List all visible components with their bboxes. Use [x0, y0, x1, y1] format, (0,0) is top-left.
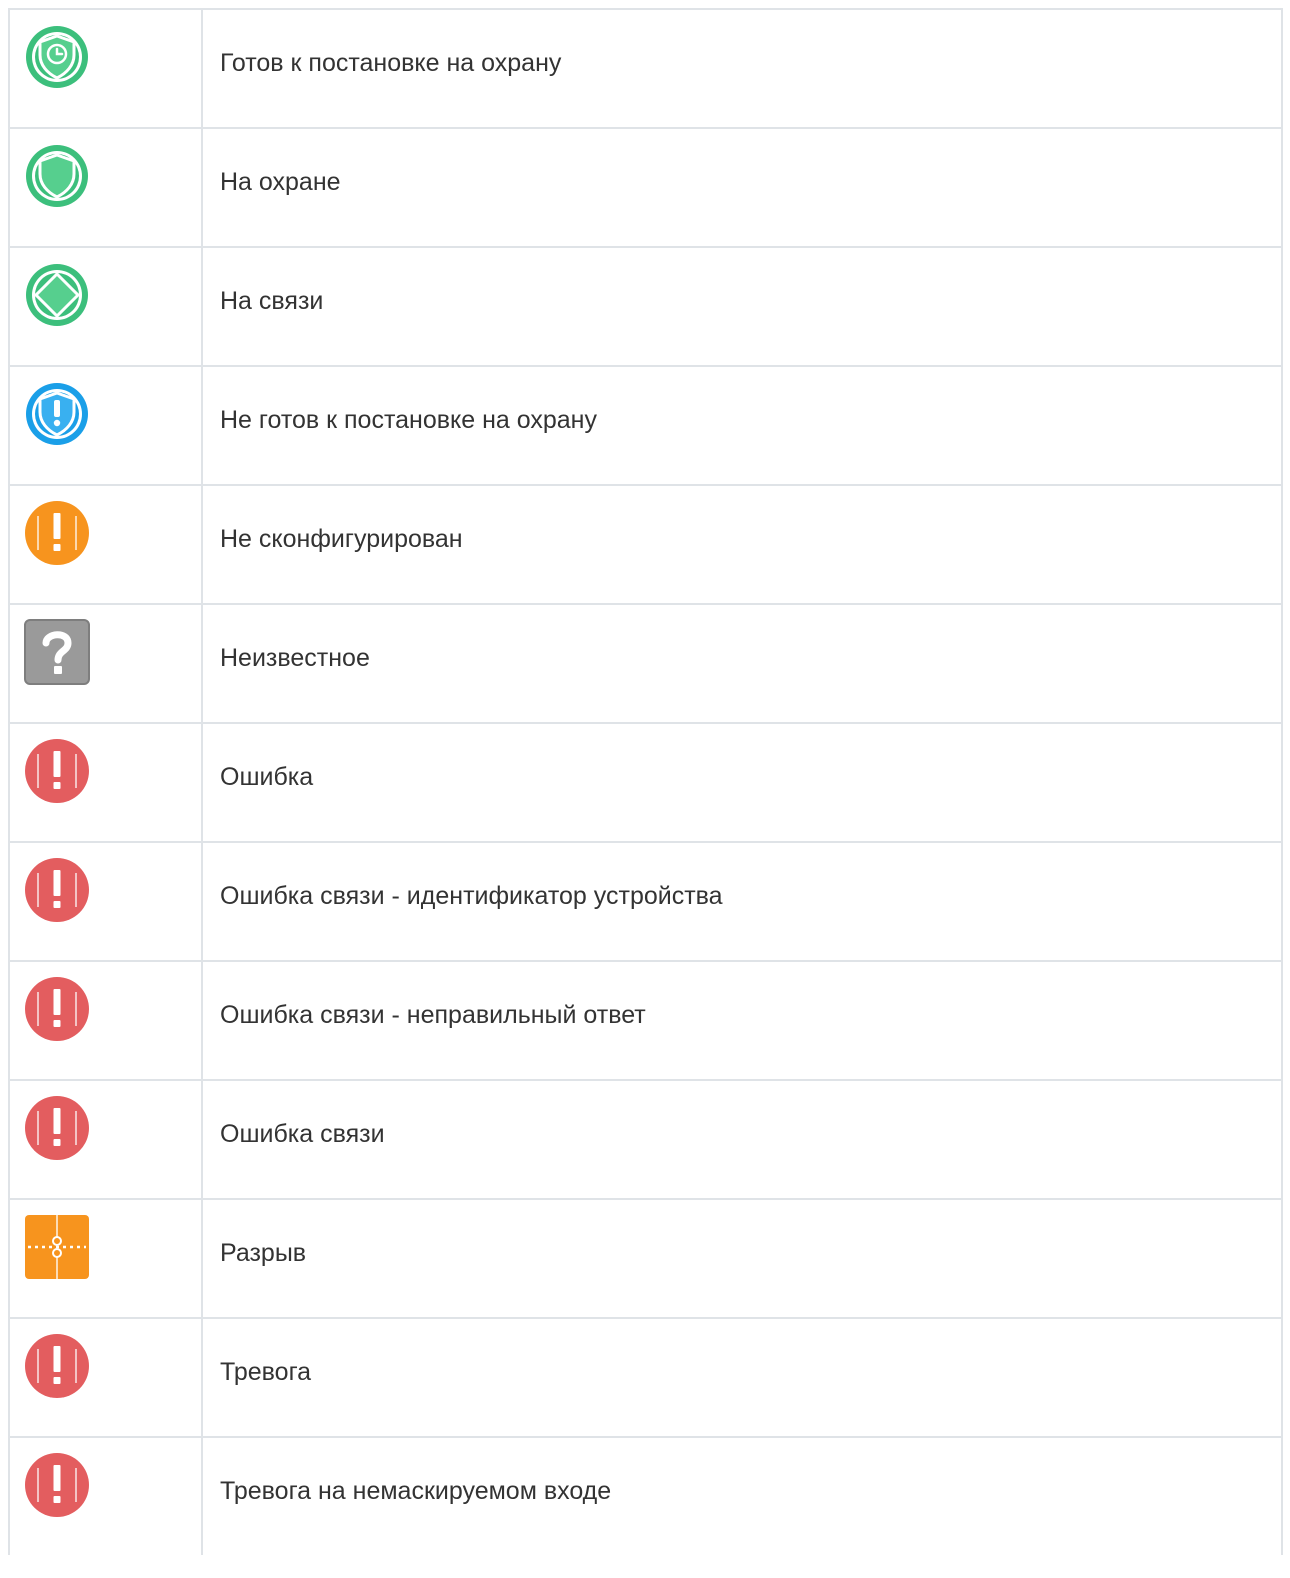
status-label: Тревога на немаскируемом входе — [201, 1436, 1283, 1555]
table-row: Тревога — [8, 1317, 1283, 1438]
table-row: На связи — [8, 246, 1283, 367]
red-exclamation-icon — [24, 1333, 90, 1399]
table-row: Ошибка связи — [8, 1079, 1283, 1200]
icon-cell — [8, 841, 203, 962]
status-label: На охране — [201, 127, 1283, 248]
diamond-icon — [24, 262, 90, 328]
status-label: На связи — [201, 246, 1283, 367]
red-exclamation-icon — [24, 1452, 90, 1518]
table-row: Не готов к постановке на охрану — [8, 365, 1283, 486]
status-label: Ошибка — [201, 722, 1283, 843]
shield-exclamation-icon — [24, 381, 90, 447]
icon-cell — [8, 1079, 203, 1200]
status-label: Тревога — [201, 1317, 1283, 1438]
icon-cell — [8, 365, 203, 486]
table-row: Ошибка связи - неправильный ответ — [8, 960, 1283, 1081]
icon-cell — [8, 484, 203, 605]
status-label: Разрыв — [201, 1198, 1283, 1319]
icon-cell — [8, 1317, 203, 1438]
shield-clock-icon — [24, 24, 90, 90]
red-exclamation-icon — [24, 976, 90, 1042]
icon-cell — [8, 603, 203, 724]
icon-cell — [8, 1198, 203, 1319]
status-label: Ошибка связи — [201, 1079, 1283, 1200]
table-row: Ошибка связи - идентификатор устройства — [8, 841, 1283, 962]
question-icon — [24, 619, 90, 685]
status-label: Не готов к постановке на охрану — [201, 365, 1283, 486]
icon-cell — [8, 722, 203, 843]
status-label: Ошибка связи - идентификатор устройства — [201, 841, 1283, 962]
orange-exclamation-icon — [24, 500, 90, 566]
table-row: Ошибка — [8, 722, 1283, 843]
table-row: Тревога на немаскируемом входе — [8, 1436, 1283, 1555]
icon-cell — [8, 127, 203, 248]
status-label: Неизвестное — [201, 603, 1283, 724]
table-row: Неизвестное — [8, 603, 1283, 724]
icon-cell — [8, 1436, 203, 1555]
red-exclamation-icon — [24, 1095, 90, 1161]
shield-icon — [24, 143, 90, 209]
table-row: На охране — [8, 127, 1283, 248]
icon-cell — [8, 960, 203, 1081]
status-label: Ошибка связи - неправильный ответ — [201, 960, 1283, 1081]
icon-cell — [8, 8, 203, 129]
red-exclamation-icon — [24, 738, 90, 804]
status-label: Готов к постановке на охрану — [201, 8, 1283, 129]
table-row: Не сконфигурирован — [8, 484, 1283, 605]
table-row: Разрыв — [8, 1198, 1283, 1319]
table-row: Готов к постановке на охрану — [8, 8, 1283, 129]
icon-cell — [8, 246, 203, 367]
break-icon — [24, 1214, 90, 1280]
status-label: Не сконфигурирован — [201, 484, 1283, 605]
status-table: Готов к постановке на охрану На охране Н… — [8, 8, 1283, 1555]
red-exclamation-icon — [24, 857, 90, 923]
